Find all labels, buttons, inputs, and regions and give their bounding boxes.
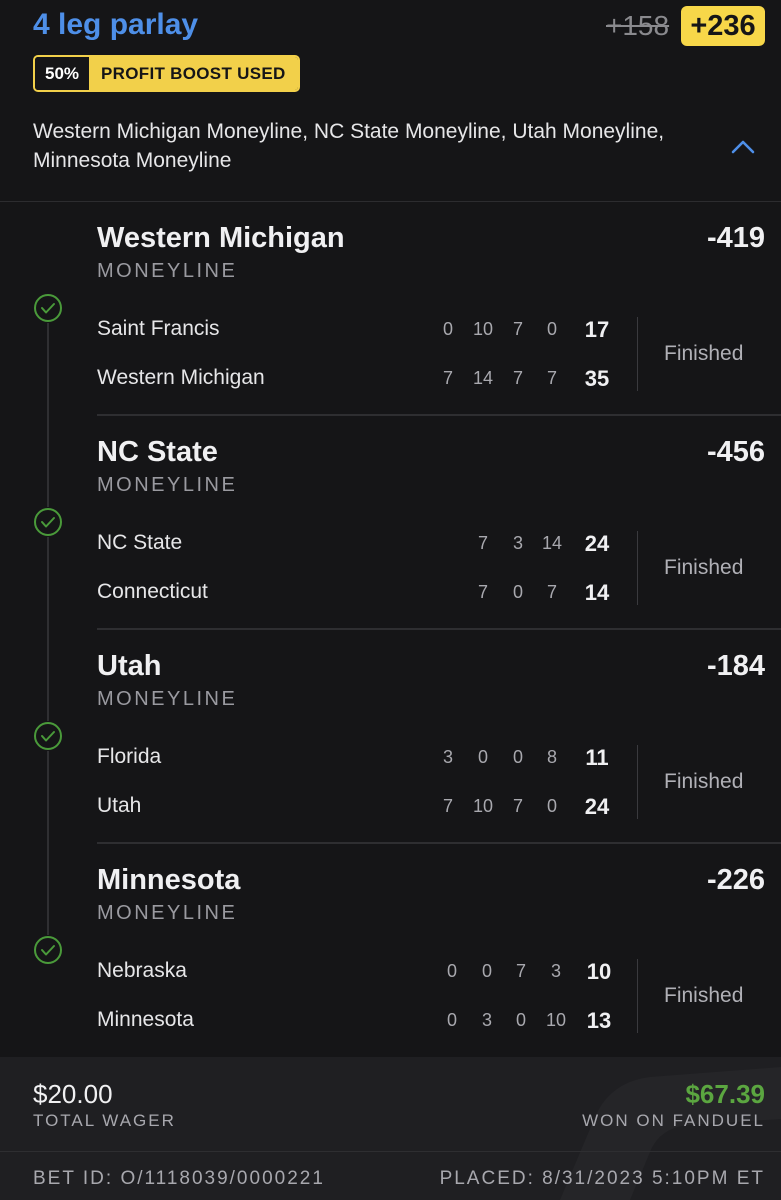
boosted-odds-badge: +236 (681, 6, 765, 46)
game-status: Finished (664, 984, 744, 1007)
home-team-name: Minnesota (97, 1008, 194, 1031)
score-divider (637, 317, 638, 391)
quarter-score: 0 (546, 319, 557, 339)
away-team-name: NC State (97, 531, 183, 554)
leg-selection: NC State (97, 436, 218, 468)
profit-boost-badge: 50% PROFIT BOOST USED (33, 55, 300, 92)
leg-divider (97, 414, 781, 416)
header-divider (0, 201, 781, 202)
check-circle-icon (33, 507, 63, 537)
team-total-score: 24 (584, 794, 610, 819)
away-team-name: Nebraska (97, 959, 187, 982)
team-total-score: 14 (584, 580, 610, 605)
original-odds: +158 (606, 10, 670, 41)
team-total-score: 10 (586, 959, 612, 984)
score-divider (637, 959, 638, 1033)
quarter-score: 3 (481, 1010, 492, 1030)
placed-timestamp: PLACED: 8/31/2023 5:10PM ET (439, 1168, 765, 1189)
check-circle-icon (33, 293, 63, 323)
won-amount: $67.39 (685, 1079, 765, 1109)
quarter-score: 0 (512, 582, 523, 602)
quarter-score: 7 (512, 796, 523, 816)
leg-divider (97, 628, 781, 630)
score-divider (637, 531, 638, 605)
quarter-score: 7 (546, 368, 557, 388)
quarter-score: 3 (512, 533, 523, 553)
boost-percentage: 50% (35, 57, 90, 90)
home-team-name: Connecticut (97, 580, 208, 603)
leg-selection: Western Michigan (97, 222, 345, 254)
leg-market: MONEYLINE (97, 902, 238, 924)
leg-market: MONEYLINE (97, 474, 238, 496)
leg-market: MONEYLINE (97, 260, 238, 282)
quarter-score: 0 (515, 1010, 526, 1030)
check-circle-icon (33, 721, 63, 751)
quarter-score: 0 (442, 319, 453, 339)
team-total-score: 11 (585, 745, 609, 770)
won-label: WON ON FANDUEL (582, 1111, 765, 1130)
leg-odds: -226 (706, 864, 765, 896)
team-total-score: 13 (586, 1008, 612, 1033)
chevron-up-icon[interactable] (731, 138, 755, 154)
quarter-score: 0 (477, 747, 488, 767)
quarter-score: 14 (472, 368, 494, 388)
quarter-score: 10 (472, 319, 494, 339)
quarter-score: 7 (515, 961, 526, 981)
leg-divider (97, 842, 781, 844)
leg-card[interactable]: Utah MONEYLINE -184 Florida 3 0 0 8 11 U… (0, 642, 781, 856)
team-total-score: 17 (584, 317, 610, 342)
total-wager-label: TOTAL WAGER (33, 1111, 176, 1130)
quarter-score: 14 (541, 533, 563, 553)
quarter-score: 7 (512, 368, 523, 388)
quarter-score: 7 (512, 319, 523, 339)
quarter-score: 7 (546, 582, 557, 602)
away-team-name: Florida (97, 745, 162, 768)
leg-odds: -184 (706, 650, 765, 682)
check-circle-icon (33, 935, 63, 965)
quarter-score: 8 (546, 747, 557, 767)
total-wager-amount: $20.00 (33, 1079, 113, 1109)
boost-label: PROFIT BOOST USED (89, 57, 298, 90)
away-team-name: Saint Francis (97, 317, 220, 340)
team-total-score: 35 (584, 366, 610, 391)
leg-market: MONEYLINE (97, 688, 238, 710)
quarter-score: 3 (442, 747, 453, 767)
quarter-score: 0 (446, 961, 457, 981)
leg-card[interactable]: Western Michigan MONEYLINE -419 Saint Fr… (0, 214, 781, 428)
game-status: Finished (664, 556, 744, 579)
leg-odds: -419 (706, 222, 765, 254)
game-status: Finished (664, 770, 744, 793)
leg-selection: Utah (97, 650, 162, 682)
footer-divider (0, 1151, 781, 1152)
quarter-score: 10 (545, 1010, 567, 1030)
quarter-score: 0 (512, 747, 523, 767)
parlay-summary: Western Michigan Moneyline, NC State Mon… (33, 120, 665, 172)
quarter-score: 7 (477, 533, 488, 553)
home-team-name: Western Michigan (97, 366, 265, 389)
home-team-name: Utah (97, 794, 142, 817)
team-total-score: 24 (584, 531, 610, 556)
quarter-score: 7 (442, 368, 453, 388)
quarter-score: 7 (442, 796, 453, 816)
leg-card[interactable]: NC State MONEYLINE -456 NC State 7 3 14 … (0, 428, 781, 642)
parlay-title: 4 leg parlay (33, 8, 199, 41)
quarter-score: 0 (546, 796, 557, 816)
quarter-score: 3 (550, 961, 561, 981)
leg-card[interactable]: Minnesota MONEYLINE -226 Nebraska 0 0 7 … (0, 856, 781, 1070)
game-status: Finished (664, 342, 744, 365)
quarter-score: 10 (472, 796, 494, 816)
quarter-score: 0 (481, 961, 492, 981)
leg-selection: Minnesota (97, 864, 241, 896)
leg-odds: -456 (706, 436, 765, 468)
quarter-score: 0 (446, 1010, 457, 1030)
score-divider (637, 745, 638, 819)
quarter-score: 7 (477, 582, 488, 602)
bet-id: BET ID: O/1118039/0000221 (33, 1168, 325, 1189)
